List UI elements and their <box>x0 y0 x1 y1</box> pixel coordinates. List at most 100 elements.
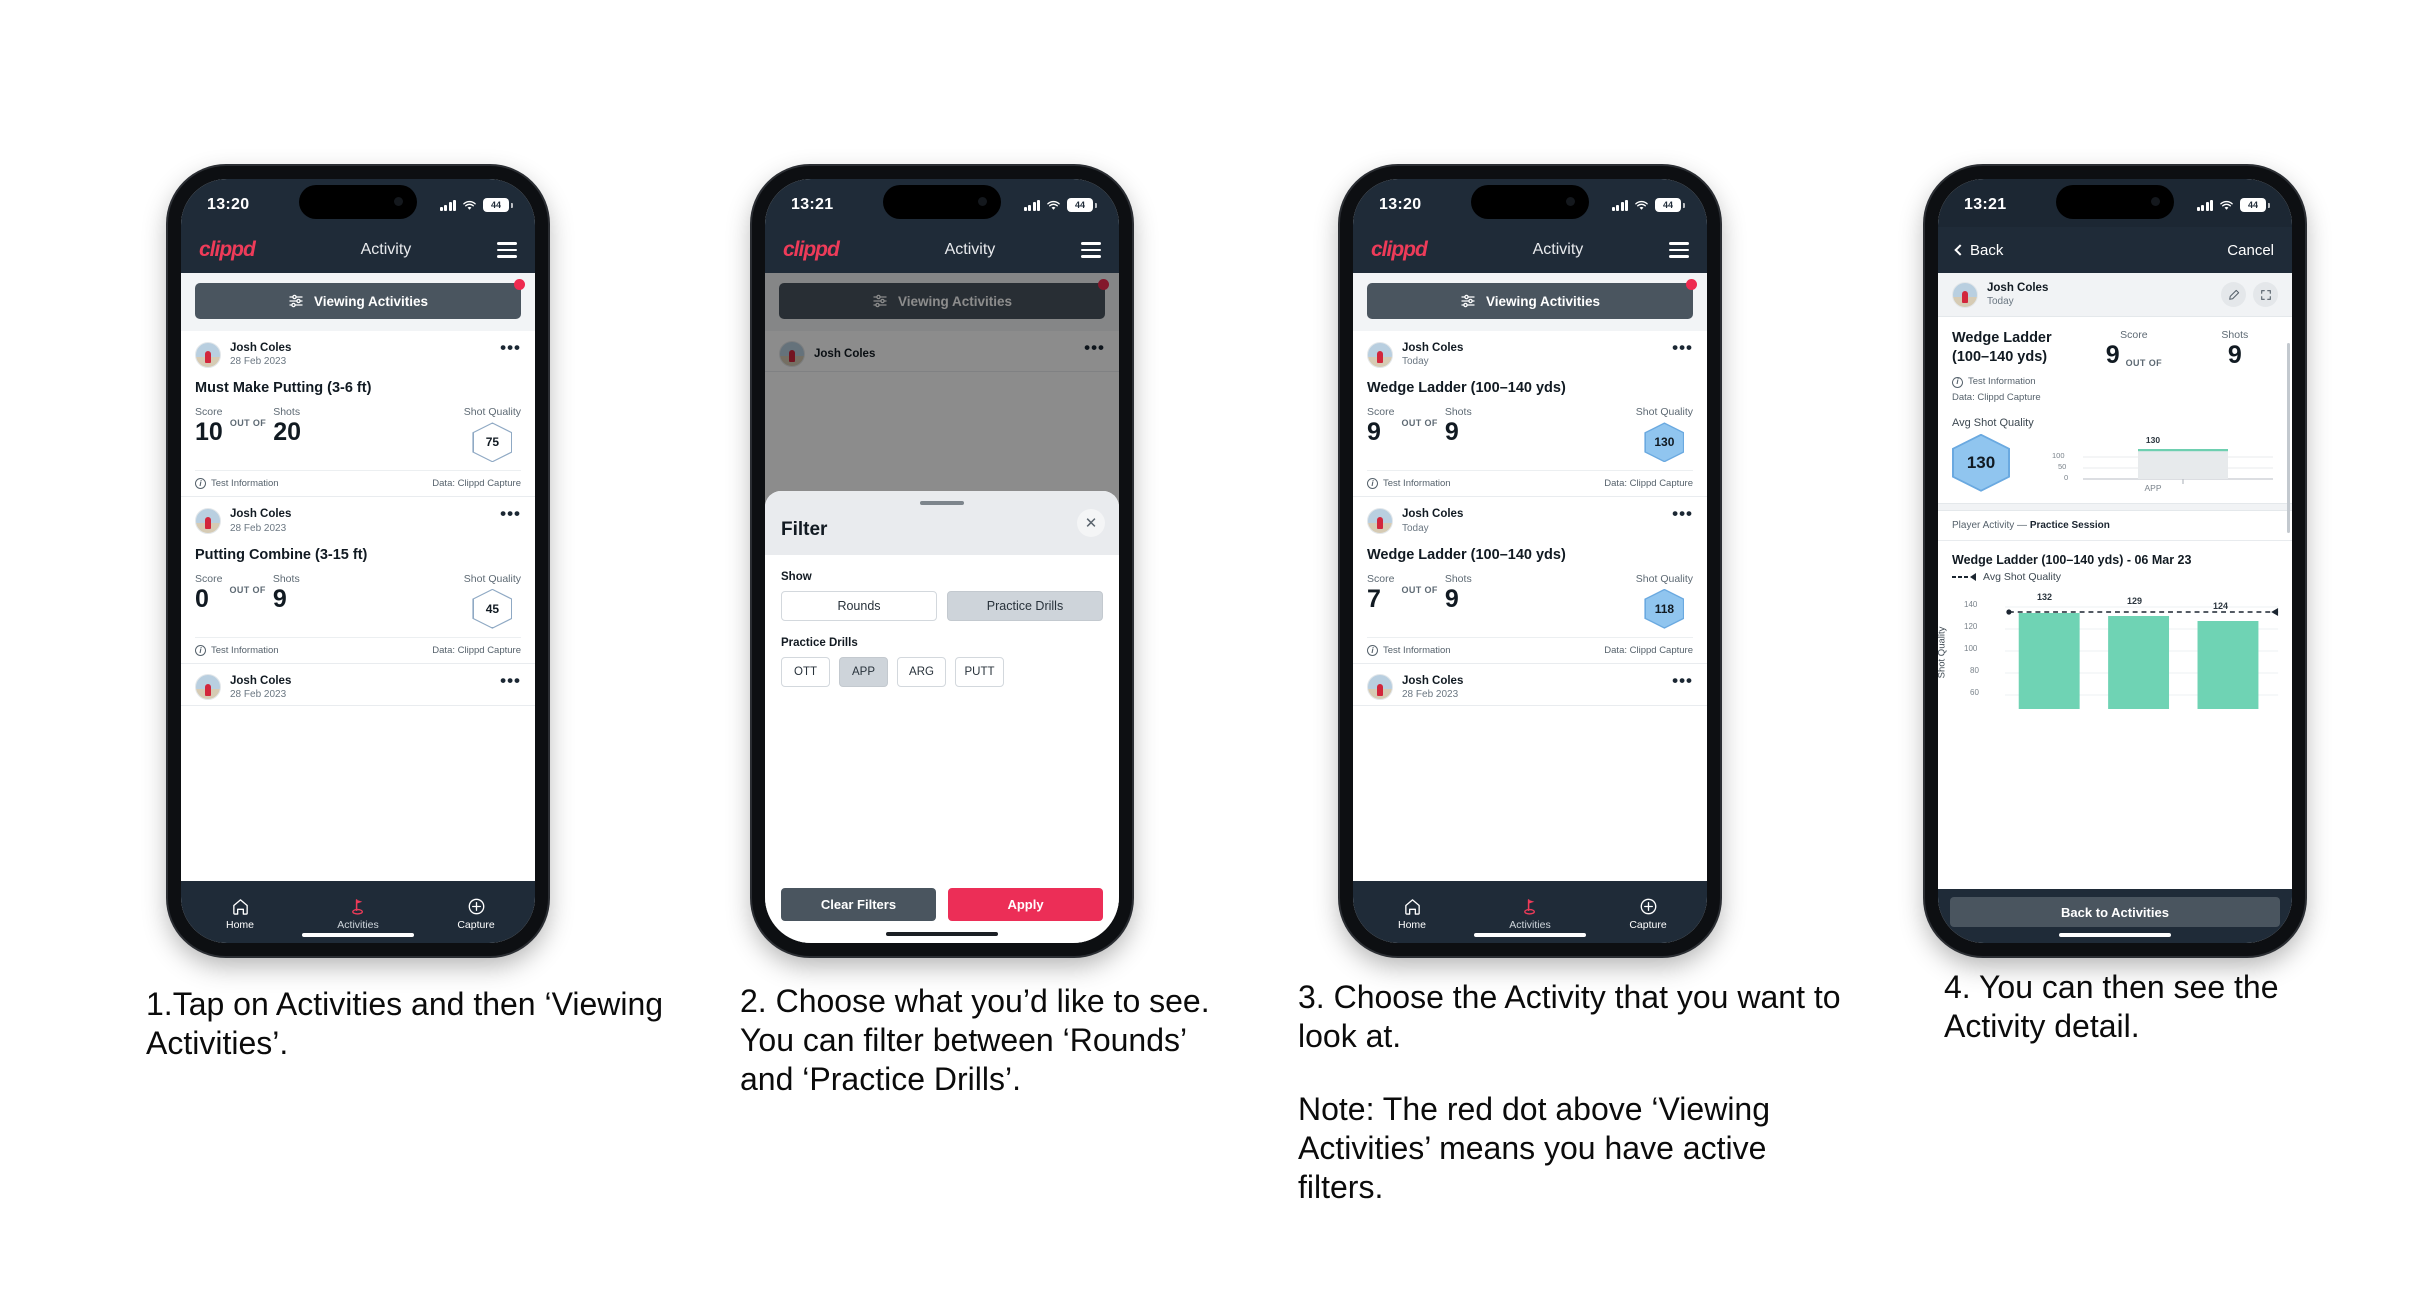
practice-drills-label: Practice Drills <box>781 637 858 649</box>
shot-quality-hexagon: 45 <box>472 588 513 629</box>
mini-chart-ytick-50: 50 <box>2058 461 2067 471</box>
tutorial-board: 13:20 44 clippd Activity Viewing Activit… <box>0 0 2423 1303</box>
viewing-activities-button[interactable]: Viewing Activities <box>1367 279 1697 319</box>
test-information[interactable]: i Test Information <box>1367 644 1451 656</box>
hamburger-icon[interactable] <box>497 242 517 258</box>
card-header: Josh Coles Today ••• <box>1367 331 1693 372</box>
bar-chart-ytick-100: 100 <box>1964 643 1978 653</box>
status-bar: 13:21 44 <box>765 179 1119 227</box>
test-information[interactable]: i Test Information <box>195 478 279 490</box>
plus-circle-icon <box>468 898 484 915</box>
score-value: 9 <box>1367 418 1381 447</box>
hamburger-icon[interactable] <box>1081 242 1101 258</box>
card-more-icon[interactable]: ••• <box>1672 505 1693 522</box>
tab-activities[interactable]: Activities <box>1471 897 1589 931</box>
card-metrics: Score 0 OUT OF Shots 9 Shot Quality 45 <box>195 573 521 637</box>
sheet-grabber[interactable] <box>920 501 964 505</box>
sheet-body: Show Rounds Practice Drills Practice Dri… <box>765 555 1119 874</box>
back-button[interactable]: Back <box>1954 242 2003 259</box>
drill-option-ott[interactable]: OTT <box>781 657 830 687</box>
battery-indicator: 44 <box>1655 198 1685 212</box>
avatar <box>1952 281 1978 308</box>
drill-option-putt[interactable]: PUTT <box>955 657 1004 687</box>
activity-list[interactable]: Josh Coles 28 Feb 2023 ••• Must Make Put… <box>181 331 535 881</box>
detail-scroll[interactable]: Josh Coles Today Wedge Ladder (100–140 y… <box>1938 273 2292 889</box>
sheet-header: Filter ✕ <box>765 491 1119 555</box>
card-more-icon[interactable]: ••• <box>500 505 521 522</box>
mini-chart-ytick-100: 100 <box>2052 450 2065 460</box>
clear-filters-button[interactable]: Clear Filters <box>781 888 936 921</box>
detail-user-row: Josh Coles Today <box>1938 273 2292 318</box>
avg-shot-quality-value: 130 <box>1966 452 1996 472</box>
cancel-button[interactable]: Cancel <box>2227 242 2274 259</box>
phone-1-screen: 13:20 44 clippd Activity Viewing Activit… <box>181 179 535 943</box>
drill-option-app[interactable]: APP <box>839 657 888 687</box>
caption-step-4: 4. You can then see the Activity detail. <box>1944 968 2384 1046</box>
score-metric: Score 7 <box>1367 573 1394 612</box>
card-metrics: Score 7 OUT OF Shots 9 Shot Quality 118 <box>1367 573 1693 637</box>
card-more-icon[interactable]: ••• <box>500 339 521 356</box>
avatar <box>195 508 221 535</box>
phone-4-activity-detail: 13:21 44 Back Cancel Josh Coles Today We… <box>1925 166 2305 956</box>
avg-shot-quality-label: Avg Shot Quality <box>1952 416 2034 429</box>
activity-title: Wedge Ladder (100–140 yds) <box>1367 380 1566 397</box>
detail-test-info[interactable]: i Test Information <box>1938 374 2292 389</box>
detail-data-source: Data: Clippd Capture <box>1952 391 2041 403</box>
test-information[interactable]: i Test Information <box>195 644 279 656</box>
tab-activities[interactable]: Activities <box>299 897 417 931</box>
data-source: Data: Clippd Capture <box>432 478 521 490</box>
pencil-icon[interactable] <box>2221 282 2246 308</box>
out-of-label: OUT OF <box>229 584 266 595</box>
tab-capture[interactable]: Capture <box>1589 897 1707 931</box>
card-metrics: Score 9 OUT OF Shots 9 Shot Quality 130 <box>1367 406 1693 470</box>
home-indicator <box>302 933 414 937</box>
activity-date: Today <box>1402 522 1429 534</box>
tab-home[interactable]: Home <box>1353 897 1471 931</box>
card-more-icon[interactable]: ••• <box>1672 672 1693 689</box>
mini-chart-xtick-app: APP <box>2144 482 2162 493</box>
activity-date: Today <box>1987 296 2014 308</box>
apply-button[interactable]: Apply <box>948 888 1103 921</box>
sliders-icon <box>1461 294 1475 308</box>
card-more-icon[interactable]: ••• <box>500 672 521 689</box>
show-label: Show <box>781 571 812 583</box>
activity-card[interactable]: Josh Coles Today ••• Wedge Ladder (100–1… <box>1353 331 1707 498</box>
shots-value: 9 <box>1444 584 1459 613</box>
expand-icon[interactable] <box>2253 282 2278 308</box>
show-option-practice-drills[interactable]: Practice Drills <box>947 591 1103 621</box>
wifi-icon <box>1635 200 1648 210</box>
shots-metric: Shots 9 <box>1445 573 1472 612</box>
card-more-icon[interactable]: ••• <box>1672 339 1693 356</box>
activity-card[interactable]: Josh Coles 28 Feb 2023 ••• <box>1353 663 1707 707</box>
scrollbar[interactable] <box>2287 343 2290 533</box>
bar-chart-ytick-120: 120 <box>1964 621 1978 631</box>
dynamic-island <box>2056 185 2174 219</box>
tab-home[interactable]: Home <box>181 897 299 931</box>
show-option-rounds[interactable]: Rounds <box>781 591 937 621</box>
shot-quality-label: Shot Quality <box>463 572 521 585</box>
viewing-activities-button[interactable]: Viewing Activities <box>195 279 525 319</box>
status-indicators: 44 <box>2196 198 2270 212</box>
hamburger-icon[interactable] <box>1669 242 1689 258</box>
activity-date: 28 Feb 2023 <box>230 522 287 534</box>
activity-card[interactable]: Josh Coles Today ••• Wedge Ladder (100–1… <box>1353 497 1707 664</box>
activity-title: Wedge Ladder (100–140 yds) <box>1367 546 1566 563</box>
activity-card[interactable]: Josh Coles 28 Feb 2023 ••• <box>181 663 535 707</box>
bar-label-1: 132 <box>2037 591 2053 602</box>
caption-step-3-note: Note: The red dot above ‘Viewing Activit… <box>1298 1091 1771 1206</box>
tab-capture[interactable]: Capture <box>417 897 535 931</box>
shots-metric: Shots 9 <box>1445 406 1472 445</box>
dynamic-island <box>1471 185 1589 219</box>
test-information[interactable]: i Test Information <box>1367 478 1451 490</box>
activity-card[interactable]: Josh Coles 28 Feb 2023 ••• Putting Combi… <box>181 497 535 664</box>
close-icon[interactable]: ✕ <box>1077 509 1105 537</box>
back-to-activities-button[interactable]: Back to Activities <box>1950 897 2280 927</box>
drill-option-arg[interactable]: ARG <box>897 657 946 687</box>
activity-card[interactable]: Josh Coles 28 Feb 2023 ••• Must Make Put… <box>181 331 535 498</box>
card-footer: i Test Information Data: Clippd Capture <box>1367 470 1693 496</box>
player-name: Josh Coles <box>1987 282 2049 294</box>
activity-list[interactable]: Josh Coles Today ••• Wedge Ladder (100–1… <box>1353 331 1707 881</box>
status-bar: 13:21 44 <box>1938 179 2292 227</box>
filter-strip: Viewing Activities <box>181 273 535 331</box>
status-bar: 13:20 44 <box>181 179 535 227</box>
